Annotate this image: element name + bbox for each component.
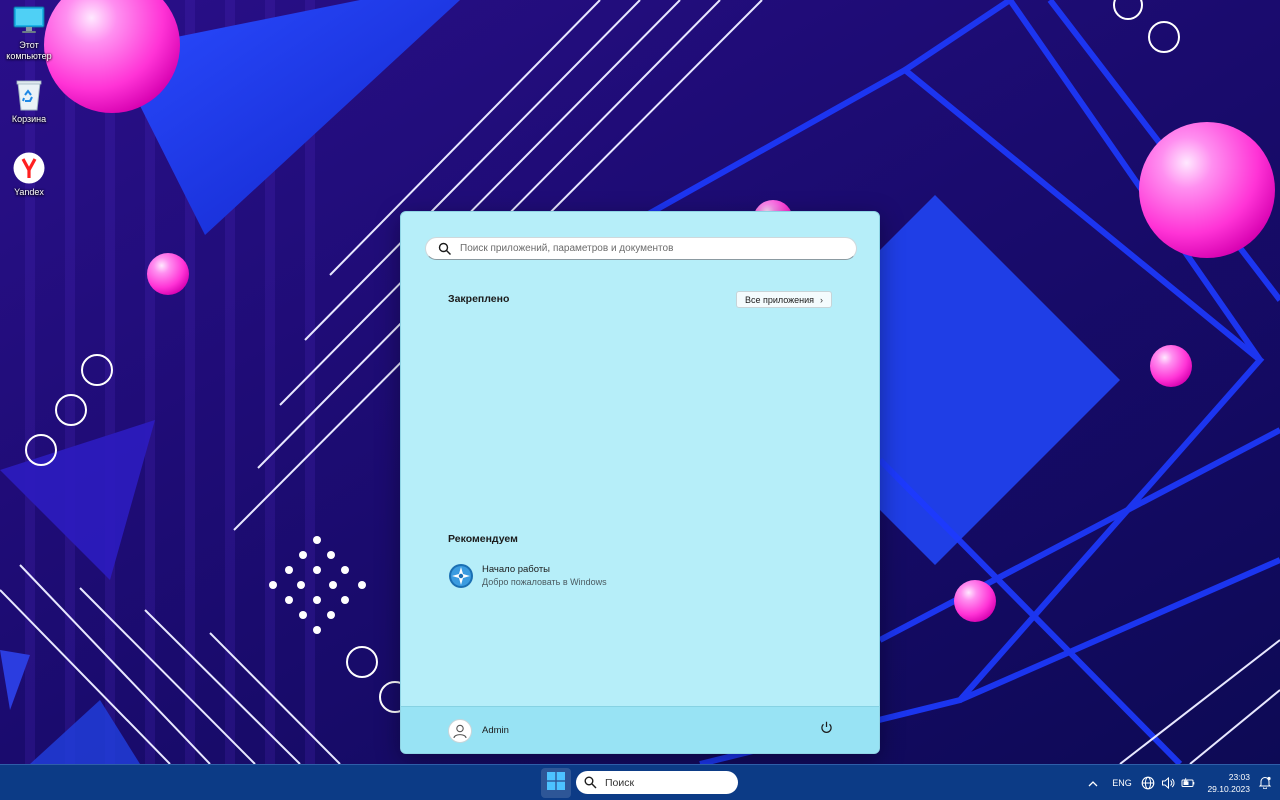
clock-time: 23:03	[1228, 772, 1250, 782]
recommended-item-get-started[interactable]: Начало работы Добро пожаловать в Windows	[444, 561, 644, 591]
desktop-icon-yandex[interactable]: Yandex	[0, 151, 58, 198]
get-started-icon	[448, 563, 474, 589]
desktop-icon-label: Корзина	[11, 114, 47, 124]
notification-icon	[1258, 775, 1272, 790]
user-name: Admin	[482, 725, 509, 736]
chevron-up-icon	[1088, 776, 1098, 790]
system-clock[interactable]: 23:03 29.10.2023	[1200, 771, 1250, 795]
power-button[interactable]	[817, 721, 835, 739]
recommended-item-title: Начало работы	[482, 564, 551, 575]
all-apps-label: Все приложения	[744, 294, 815, 305]
clock-date: 29.10.2023	[1207, 784, 1250, 794]
taskbar: Поиск ENG 23:03 29.10.2023	[0, 764, 1280, 800]
taskbar-search-box[interactable]: Поиск	[576, 771, 738, 794]
desktop-icon-label: Этот компьютер	[6, 40, 52, 61]
recommended-item-subtitle: Добро пожаловать в Windows	[482, 577, 607, 587]
start-button[interactable]	[541, 768, 571, 798]
notification-button[interactable]	[1258, 775, 1272, 790]
user-icon	[453, 724, 467, 738]
avatar	[448, 718, 472, 743]
start-menu: Закреплено Все приложения › Рекомендуем …	[400, 211, 880, 754]
search-icon	[584, 776, 597, 789]
yandex-browser-icon	[12, 151, 46, 185]
chevron-right-icon: ›	[820, 294, 824, 305]
start-search-box[interactable]	[425, 237, 857, 260]
taskbar-search-label: Поиск	[605, 776, 635, 789]
network-icon[interactable]	[1141, 776, 1155, 790]
show-hidden-icons-button[interactable]	[1085, 765, 1101, 800]
desktop-icon-recycle-bin[interactable]: Корзина	[0, 78, 58, 125]
windows-logo-icon	[547, 771, 565, 795]
start-search-input[interactable]	[460, 243, 840, 254]
recycle-bin-icon	[12, 78, 46, 112]
desktop-icon-this-pc[interactable]: Этот компьютер	[0, 4, 58, 62]
pinned-section-title: Закреплено	[448, 293, 510, 305]
volume-icon[interactable]	[1161, 776, 1175, 790]
start-menu-footer: Admin	[401, 706, 879, 753]
power-icon	[820, 721, 833, 739]
user-account-button[interactable]: Admin	[448, 718, 517, 743]
all-apps-button[interactable]: Все приложения ›	[736, 291, 832, 308]
recommended-section-title: Рекомендуем	[448, 533, 518, 545]
desktop-icon-label: Yandex	[14, 187, 44, 197]
search-icon	[438, 242, 452, 256]
battery-icon[interactable]	[1181, 776, 1195, 790]
system-tray-icons[interactable]	[1141, 765, 1195, 800]
input-language-button[interactable]: ENG	[1110, 765, 1134, 800]
monitor-icon	[12, 4, 46, 38]
